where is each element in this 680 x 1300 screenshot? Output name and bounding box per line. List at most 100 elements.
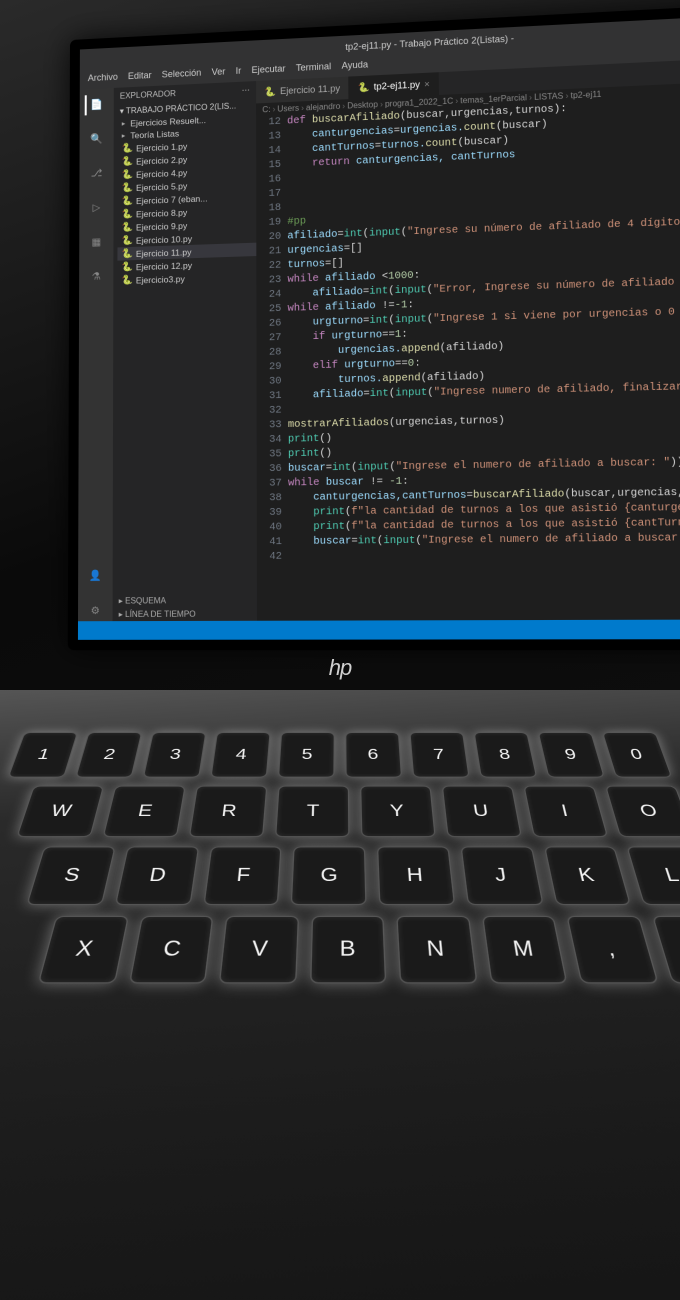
python-file-icon: 🐍	[122, 142, 133, 154]
activity-bar: 📄 🔍 ⎇ ▷ ▦ ⚗ 👤 ⚙	[78, 88, 114, 621]
breadcrumb-segment[interactable]: C:	[262, 105, 270, 115]
menu-terminal[interactable]: Terminal	[296, 61, 331, 77]
extensions-icon[interactable]: ▦	[86, 232, 106, 253]
keyboard-key: 1	[8, 732, 78, 777]
keyboard-key: 5	[278, 732, 335, 777]
keyboard-key: D	[114, 846, 198, 905]
line-gutter: 12 13 14 15 16 17 18 19 20 21 22 23 24 2…	[256, 115, 288, 620]
code-editor[interactable]: 12 13 14 15 16 17 18 19 20 21 22 23 24 2…	[256, 92, 680, 621]
keyboard-key: N	[396, 916, 477, 984]
python-file-icon: 🐍	[122, 208, 133, 220]
timeline-section[interactable]: ▸ LÍNEA DE TIEMPO	[113, 607, 257, 621]
editor-area: 🐍Ejercicio 11.py🐍tp2-ej11.py × C:›Users›…	[256, 55, 680, 621]
file-label: Ejercicio 4.py	[136, 167, 187, 179]
keyboard-key: T	[275, 786, 349, 837]
keyboard-key: V	[219, 916, 299, 984]
menu-editar[interactable]: Editar	[128, 70, 152, 85]
breadcrumb-segment[interactable]: alejandro	[306, 102, 340, 113]
keyboard-key: 8	[474, 732, 538, 777]
file-label: Ejercicio 5.py	[136, 180, 187, 192]
laptop-keyboard: 1234567890 WERTYUIO SDFGHJKL XCVBNM,.	[0, 690, 680, 1300]
source-control-icon[interactable]: ⎇	[86, 163, 106, 184]
keyboard-key: K	[543, 846, 631, 905]
python-file-icon: 🐍	[121, 248, 132, 260]
file-label: Ejercicio 1.py	[136, 141, 187, 153]
file-label: Ejercicio 8.py	[136, 207, 187, 219]
file-label: Ejercicio 12.py	[136, 260, 192, 272]
testing-icon[interactable]: ⚗	[86, 266, 106, 287]
code-lines[interactable]: def buscarAfiliado(buscar,urgencias,turn…	[287, 92, 680, 621]
keyboard-key: X	[38, 916, 129, 984]
keyboard-key: H	[377, 846, 455, 905]
file-label: Ejercicio 2.py	[136, 154, 187, 166]
keyboard-key: 3	[143, 732, 207, 777]
debug-icon[interactable]: ▷	[86, 197, 106, 218]
breadcrumb-segment[interactable]: progra1_2022_1C	[385, 96, 453, 108]
keyboard-key: C	[128, 916, 213, 984]
python-file-icon: 🐍	[121, 274, 132, 286]
keyboard-key: F	[203, 846, 282, 905]
keyboard-key: W	[16, 786, 104, 837]
explorer-more-icon[interactable]: ⋯	[242, 85, 250, 95]
python-file-icon: 🐍	[122, 156, 133, 168]
keyboard-key: J	[460, 846, 543, 905]
keyboard-key: S	[26, 846, 115, 905]
breadcrumb-segment[interactable]: Desktop	[347, 100, 378, 111]
keyboard-key: ,	[566, 916, 658, 984]
vscode-window: tp2-ej11.py - Trabajo Práctico 2(Listas)…	[78, 12, 680, 640]
status-bar[interactable]: Lín. 18, co	[78, 619, 680, 640]
menu-ayuda[interactable]: Ayuda	[342, 59, 369, 75]
file-label: Ejercicio 10.py	[136, 233, 192, 245]
keyboard-key: B	[309, 916, 386, 984]
keyboard-key: I	[523, 786, 608, 837]
explorer-title: EXPLORADOR	[120, 89, 176, 101]
outline-section[interactable]: ▸ ESQUEMA	[113, 593, 257, 607]
python-file-icon: 🐍	[122, 235, 133, 247]
keyboard-key: E	[103, 786, 186, 837]
python-file-icon: 🐍	[121, 261, 132, 273]
keyboard-key: 7	[409, 732, 469, 777]
keyboard-key: R	[189, 786, 268, 837]
breadcrumb-segment[interactable]: Users	[277, 104, 299, 114]
breadcrumb-segment[interactable]: temas_1erParcial	[460, 93, 527, 105]
breadcrumb-segment[interactable]: tp2-ej11	[570, 90, 601, 101]
keyboard-key: O	[605, 786, 680, 837]
keyboard-key: 6	[345, 732, 402, 777]
python-file-icon: 🐍	[122, 169, 133, 181]
keyboard-key: M	[481, 916, 567, 984]
close-icon[interactable]: ×	[424, 79, 430, 90]
menu-ejecutar[interactable]: Ejecutar	[251, 63, 285, 79]
menu-selección[interactable]: Selección	[162, 67, 202, 83]
keyboard-key: 4	[210, 732, 270, 777]
python-file-icon: 🐍	[122, 182, 133, 194]
settings-gear-icon[interactable]: ⚙	[85, 600, 105, 621]
file-label: Ejercicio3.py	[136, 273, 185, 285]
python-file-icon: 🐍	[358, 81, 370, 93]
python-file-icon: 🐍	[122, 222, 133, 234]
keyboard-key: U	[442, 786, 522, 837]
menu-ver[interactable]: Ver	[212, 66, 226, 81]
file-label: Ejercicio 9.py	[136, 220, 187, 232]
accounts-icon[interactable]: 👤	[85, 565, 105, 586]
hp-logo: hp	[329, 655, 351, 681]
keyboard-key: .	[651, 916, 680, 984]
file-label: Ejercicio 7 (eban...	[136, 193, 208, 206]
keyboard-key: L	[627, 846, 680, 905]
window-title: tp2-ej11.py - Trabajo Práctico 2(Listas)…	[345, 33, 514, 52]
keyboard-key: 9	[538, 732, 605, 777]
sidebar-explorer: EXPLORADOR ⋯ ▾ TRABAJO PRÁCTICO 2(LIS...…	[113, 81, 257, 621]
laptop-screen: tp2-ej11.py - Trabajo Práctico 2(Listas)…	[68, 1, 680, 650]
keyboard-key: Y	[360, 786, 436, 837]
explorer-icon[interactable]: 📄	[85, 94, 105, 115]
keyboard-key: 0	[602, 732, 672, 777]
menu-archivo[interactable]: Archivo	[88, 72, 118, 88]
keyboard-key: G	[291, 846, 367, 905]
python-file-icon: 🐍	[264, 86, 276, 98]
keyboard-key: 2	[75, 732, 142, 777]
tab-label: Ejercicio 11.py	[280, 83, 340, 96]
menu-ir[interactable]: Ir	[236, 65, 242, 80]
breadcrumb-segment[interactable]: LISTAS	[534, 91, 563, 102]
search-icon[interactable]: 🔍	[87, 129, 107, 150]
python-file-icon: 🐍	[122, 195, 133, 207]
file-label: Ejercicio 11.py	[136, 246, 192, 258]
